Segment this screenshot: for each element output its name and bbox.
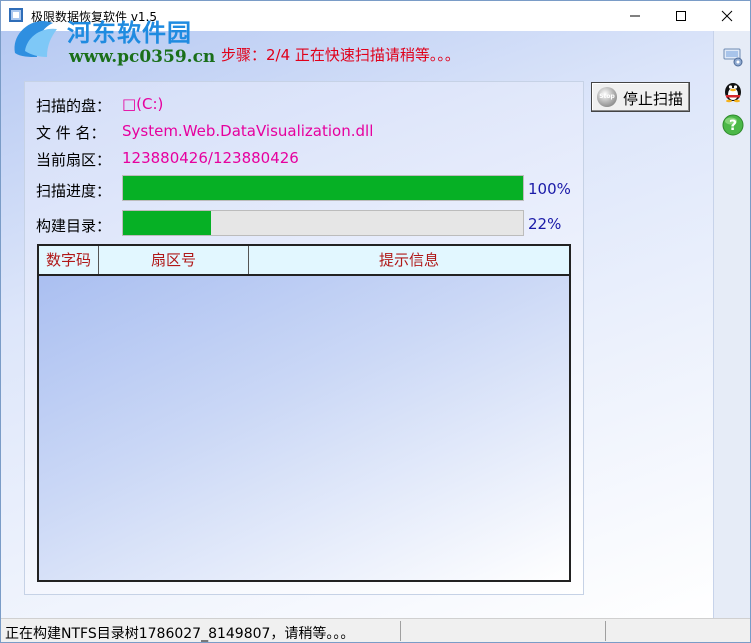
disk-value: □(C:) (122, 95, 164, 113)
column-header-code[interactable]: 数字码 (39, 246, 99, 274)
file-name-value: System.Web.DataVisualization.dll (122, 122, 374, 140)
watermark-url: www.pc0359.cn (69, 47, 216, 67)
stop-scan-label: 停止扫描 (623, 90, 684, 108)
scan-info-panel: 扫描的盘： □(C:) 文 件 名： System.Web.DataVisual… (24, 81, 584, 595)
status-divider (400, 621, 401, 641)
help-icon[interactable]: ? (721, 113, 745, 137)
current-sector-label: 当前扇区： (36, 151, 112, 169)
stop-scan-button[interactable]: Stop 停止扫描 (591, 82, 690, 112)
build-directory-percent: 22% (528, 215, 562, 233)
side-toolbar: ? (713, 31, 750, 618)
maximize-button[interactable] (658, 1, 704, 31)
qq-penguin-icon[interactable] (721, 79, 745, 103)
app-window: 极限数据恢复软件 v1.5 步骤：2/4 正在快速扫描请稍等。。。 扫描的盘： … (0, 0, 751, 643)
close-icon (721, 10, 733, 22)
disk-label: 扫描的盘： (36, 97, 112, 115)
settings-network-icon[interactable] (721, 45, 745, 69)
results-table[interactable]: 数字码 扇区号 提示信息 (37, 244, 571, 582)
build-directory-progress-bar (122, 210, 524, 236)
status-text: 正在构建NTFS目录树1786027_8149807，请稍等。。。 (5, 626, 355, 642)
build-directory-progress-fill (123, 211, 211, 235)
scan-progress-bar (122, 175, 524, 201)
main-client-area: 步骤：2/4 正在快速扫描请稍等。。。 扫描的盘： □(C:) 文 件 名： S… (1, 31, 713, 618)
watermark: 河东软件园 www.pc0359.cn (7, 11, 217, 71)
status-bar: 正在构建NTFS目录树1786027_8149807，请稍等。。。 (1, 618, 750, 642)
svg-text:?: ? (729, 118, 737, 134)
scan-progress-label: 扫描进度： (36, 182, 112, 200)
scan-progress-percent: 100% (528, 180, 571, 198)
scan-progress-fill (123, 176, 523, 200)
minimize-icon (630, 15, 640, 17)
watermark-name: 河东软件园 (67, 18, 192, 47)
step-status-text: 步骤：2/4 正在快速扫描请稍等。。。 (221, 46, 460, 64)
build-directory-label: 构建目录： (36, 217, 112, 235)
column-header-info[interactable]: 提示信息 (249, 246, 569, 274)
stop-icon: Stop (597, 87, 617, 107)
current-sector-value: 123880426/123880426 (122, 149, 299, 167)
minimize-button[interactable] (612, 1, 658, 31)
maximize-icon (676, 11, 686, 21)
column-header-sector[interactable]: 扇区号 (99, 246, 249, 274)
file-name-label: 文 件 名： (36, 124, 106, 142)
status-divider (605, 621, 606, 641)
results-table-header: 数字码 扇区号 提示信息 (39, 246, 569, 276)
close-button[interactable] (704, 1, 750, 31)
watermark-logo-icon (14, 21, 57, 57)
